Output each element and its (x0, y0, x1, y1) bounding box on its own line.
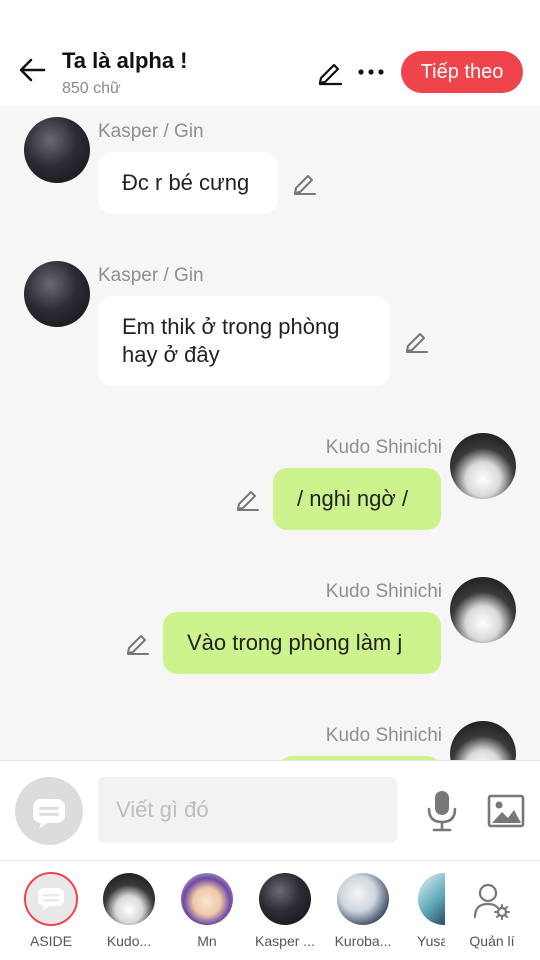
pencil-icon[interactable] (292, 170, 318, 196)
character-label: Kuroba... (334, 933, 392, 949)
word-count: 850 chữ (62, 80, 121, 97)
avatar (418, 873, 445, 925)
character-mn[interactable]: Mn (177, 861, 237, 960)
character-aside[interactable]: ASIDE (21, 861, 81, 960)
composer-bar (0, 760, 540, 860)
back-arrow-icon[interactable] (16, 54, 48, 86)
message-text: Đc r bé cưng (122, 170, 250, 195)
character-label: ASIDE (29, 933, 72, 949)
character-bar: ASIDE Kudo... Mn Kasper ... Kuroba... Yu… (0, 860, 540, 960)
more-icon[interactable] (356, 58, 386, 86)
character-label: Mn (197, 933, 217, 949)
message-text: / nghi ngờ / (297, 486, 409, 511)
sender-name: Kudo Shinichi (325, 437, 442, 458)
message-bubble[interactable]: Đc r bé cưng (98, 152, 278, 214)
message-bubble[interactable]: Vào trong phòng làm j (163, 612, 441, 674)
character-label: Kasper ... (255, 933, 315, 949)
avatar (259, 873, 311, 925)
character-kudo[interactable]: Kudo... (99, 861, 159, 960)
message-bubble[interactable]: Em thik ở trong phòng hay ở đây (98, 296, 390, 386)
avatar-kudo[interactable] (450, 433, 516, 499)
message-text: Vào trong phòng làm j (187, 630, 403, 655)
chat-bubble-icon[interactable] (15, 777, 83, 845)
image-icon[interactable] (487, 793, 525, 829)
pencil-icon[interactable] (125, 630, 151, 656)
chat-area[interactable]: Kasper / Gin Đc r bé cưng Kasper / Gin E… (0, 106, 540, 760)
avatar-kudo[interactable] (450, 577, 516, 643)
sender-name: Kasper / Gin (98, 265, 204, 286)
character-label: Quản lí (469, 933, 515, 949)
manage-button[interactable]: Quản lí (462, 861, 522, 960)
sender-name: Kasper / Gin (98, 121, 204, 142)
sender-name: Kudo Shinichi (325, 725, 442, 746)
message-text: hay ở đây (122, 342, 220, 367)
pencil-icon[interactable] (316, 58, 344, 86)
message-text: Em thik ở trong phòng (122, 314, 340, 339)
message-input[interactable] (98, 777, 397, 843)
avatar-kudo[interactable] (450, 721, 516, 760)
character-label: Kudo... (106, 933, 152, 949)
manage-users-icon (472, 881, 512, 926)
chat-bubble-icon (24, 872, 78, 926)
character-kuroba[interactable]: Kuroba... (333, 861, 393, 960)
character-kasper[interactable]: Kasper ... (255, 861, 315, 960)
avatar (337, 873, 389, 925)
top-bar: Ta là alpha ! 850 chữ Tiếp theo (0, 0, 540, 106)
character-label: Yusa (417, 933, 445, 949)
avatar (181, 873, 233, 925)
microphone-icon[interactable] (424, 789, 460, 833)
avatar-kasper[interactable] (24, 117, 90, 183)
pencil-icon[interactable] (235, 486, 261, 512)
avatar (103, 873, 155, 925)
sender-name: Kudo Shinichi (325, 581, 442, 602)
next-button[interactable]: Tiếp theo (401, 51, 523, 93)
character-yusa[interactable]: Yusa (415, 861, 445, 960)
message-bubble[interactable]: / nghi ngờ / (273, 468, 441, 530)
pencil-icon[interactable] (404, 328, 430, 354)
avatar-kasper[interactable] (24, 261, 90, 327)
story-title: Ta là alpha ! (62, 48, 188, 73)
